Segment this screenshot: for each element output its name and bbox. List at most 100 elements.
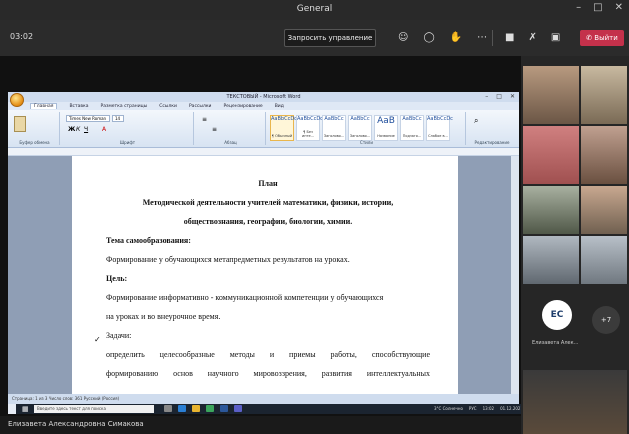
more-icon[interactable]: ⋯: [477, 32, 487, 43]
ruler[interactable]: [8, 148, 519, 156]
doc-goal-text-1: Формирование информативно - коммуникацио…: [106, 293, 384, 302]
minimize-icon[interactable]: –: [576, 2, 581, 13]
chrome-icon[interactable]: [206, 405, 214, 412]
document-page[interactable]: План Методической деятельности учителей …: [72, 156, 458, 394]
tab-review[interactable]: Рецензирование: [223, 104, 262, 109]
doc-subtitle-2: обществознания, географии, биологии, хим…: [183, 217, 353, 226]
participant-video-tile[interactable]: [523, 236, 579, 284]
paragraph-group: ≡ ≡ Абзац: [196, 112, 266, 145]
window-controls: – □ ✕: [576, 2, 623, 13]
ribbon: Буфер обмена Times New Roman 14 Ж К Ч A …: [8, 110, 519, 148]
font-size-select[interactable]: 14: [112, 115, 124, 122]
office-button-icon[interactable]: [10, 93, 24, 107]
style-sample: AaB: [377, 116, 395, 126]
style-subtle-emphasis[interactable]: AaBbCcDc Слабое в...: [426, 115, 453, 141]
mic-off-icon[interactable]: ✗: [528, 32, 536, 43]
word-minimize-icon[interactable]: –: [485, 92, 488, 102]
find-icon[interactable]: ⌕: [474, 116, 478, 126]
style-subtitle[interactable]: AaBbCc Подзаго...: [400, 115, 424, 141]
language-indicator[interactable]: РУС: [469, 405, 477, 413]
word-status-bar: Страница: 1 из 3 Число слов: 361 Русский…: [8, 394, 519, 404]
doc-subtitle-1: Методической деятельности учителей матем…: [142, 198, 394, 207]
participant-video-tile[interactable]: [523, 126, 579, 184]
presenter-name: Елизавета Александровна Симакова: [8, 420, 144, 428]
leave-button[interactable]: ✆ Выйти: [580, 30, 624, 46]
document-area: План Методической деятельности учителей …: [8, 156, 519, 394]
word-app-icon[interactable]: [220, 405, 228, 412]
participant-video-tile[interactable]: [581, 186, 627, 234]
word-titlebar: ТЕКСТОВЫЙ - Microsoft Word – □ ✕: [8, 92, 519, 102]
doc-task-1-line-1: определить целесообразные методы и прием…: [106, 350, 430, 359]
style-title[interactable]: AaB Название: [374, 115, 398, 141]
style-sample: AaBbCc: [324, 116, 344, 122]
participant-name: Елизавета Алек...: [532, 340, 579, 346]
font-name-select[interactable]: Times New Roman: [66, 115, 110, 122]
tab-view[interactable]: Вид: [275, 104, 284, 109]
people-icon[interactable]: ☺: [398, 32, 408, 43]
checkmark-bullet-icon: ✓: [94, 335, 101, 344]
close-icon[interactable]: ✕: [615, 2, 623, 13]
participant-video-tile[interactable]: [581, 126, 627, 184]
window-title: General: [296, 4, 333, 14]
style-name: Слабое в...: [428, 134, 448, 138]
editing-label: Редактирование: [474, 140, 510, 145]
document-scrollbar[interactable]: [511, 156, 519, 394]
paragraph-label: Абзац: [224, 140, 237, 145]
leave-label: Выйти: [594, 34, 618, 42]
share-icon[interactable]: ▣: [551, 32, 560, 43]
tab-insert[interactable]: Вставка: [69, 104, 88, 109]
reactions-icon[interactable]: ✋: [450, 32, 462, 43]
font-group: Times New Roman 14 Ж К Ч A Шрифт: [62, 112, 194, 145]
explorer-icon[interactable]: [192, 405, 200, 412]
teams-app-icon[interactable]: [234, 405, 242, 412]
font-color-icon[interactable]: A: [102, 126, 106, 133]
taskbar-search-input[interactable]: Введите здесь текст для поиска: [34, 405, 154, 413]
style-name: ¶ Обычный: [271, 134, 293, 138]
teams-meeting-window: General – □ ✕ 03:02 Запросить управление…: [0, 0, 629, 434]
clock-date[interactable]: 01.12.2021: [500, 405, 523, 413]
ribbon-tabs: Главная Вставка Разметка страницы Ссылки…: [8, 102, 519, 110]
style-heading-1[interactable]: AaBbCc Заголово...: [322, 115, 346, 141]
style-name: Заголово...: [349, 134, 371, 138]
meeting-toolbar: 03:02 Запросить управление ☺ ◯ ✋ ⋯ ■ ✗ ▣…: [0, 20, 629, 56]
doc-goal-text-2: на уроках и во внеурочное время.: [106, 312, 221, 321]
editing-group: ⌕ Редактирование: [468, 112, 516, 145]
edge-icon[interactable]: [178, 405, 186, 412]
styles-group: AaBbCcDc ¶ Обычный AaBbCcDc ¶ Без инте... …: [268, 112, 466, 145]
tab-page-layout[interactable]: Разметка страницы: [101, 104, 148, 109]
tab-mailings[interactable]: Рассылки: [189, 104, 212, 109]
maximize-icon[interactable]: □: [593, 2, 602, 13]
align-icon[interactable]: ≡: [212, 126, 217, 133]
word-maximize-icon[interactable]: □: [496, 92, 502, 102]
tab-home[interactable]: Главная: [30, 103, 58, 109]
participant-avatar-tile[interactable]: ЕС Елизавета Алек...: [528, 286, 580, 368]
request-control-button[interactable]: Запросить управление: [284, 29, 376, 47]
windows-start-icon[interactable]: ▦: [22, 405, 29, 413]
self-video-tile[interactable]: [523, 370, 627, 434]
participant-video-tile[interactable]: [581, 236, 627, 284]
word-close-icon[interactable]: ✕: [510, 92, 515, 102]
camera-icon[interactable]: ■: [505, 32, 514, 43]
participant-video-tile[interactable]: [523, 186, 579, 234]
weather-text[interactable]: 3°C Солнечно: [434, 405, 463, 413]
style-heading-2[interactable]: AaBbCc Заголово...: [348, 115, 372, 141]
clock-time[interactable]: 13:02: [483, 405, 495, 413]
style-name: ¶ Без инте...: [301, 130, 315, 138]
meeting-timer: 03:02: [10, 32, 34, 41]
bullets-icon[interactable]: ≡: [202, 116, 207, 123]
italic-icon[interactable]: К: [76, 126, 80, 133]
chat-icon[interactable]: ◯: [423, 32, 434, 43]
doc-topic-text: Формирование у обучающихся метапредметны…: [106, 255, 350, 264]
style-no-spacing[interactable]: AaBbCcDc ¶ Без инте...: [296, 115, 323, 141]
meeting-actions: ☺ ◯ ✋ ⋯: [398, 32, 487, 43]
paste-icon[interactable]: [14, 116, 26, 132]
style-sample: AaBbCcDc: [271, 116, 297, 122]
bold-icon[interactable]: Ж: [68, 126, 75, 133]
participant-video-tile[interactable]: [523, 66, 579, 124]
style-normal[interactable]: AaBbCcDc ¶ Обычный: [270, 115, 297, 141]
more-participants-button[interactable]: +7: [592, 306, 620, 334]
participant-video-tile[interactable]: [581, 66, 627, 124]
underline-icon[interactable]: Ч: [84, 126, 88, 133]
tab-references[interactable]: Ссылки: [159, 104, 177, 109]
task-view-icon[interactable]: [164, 405, 172, 412]
